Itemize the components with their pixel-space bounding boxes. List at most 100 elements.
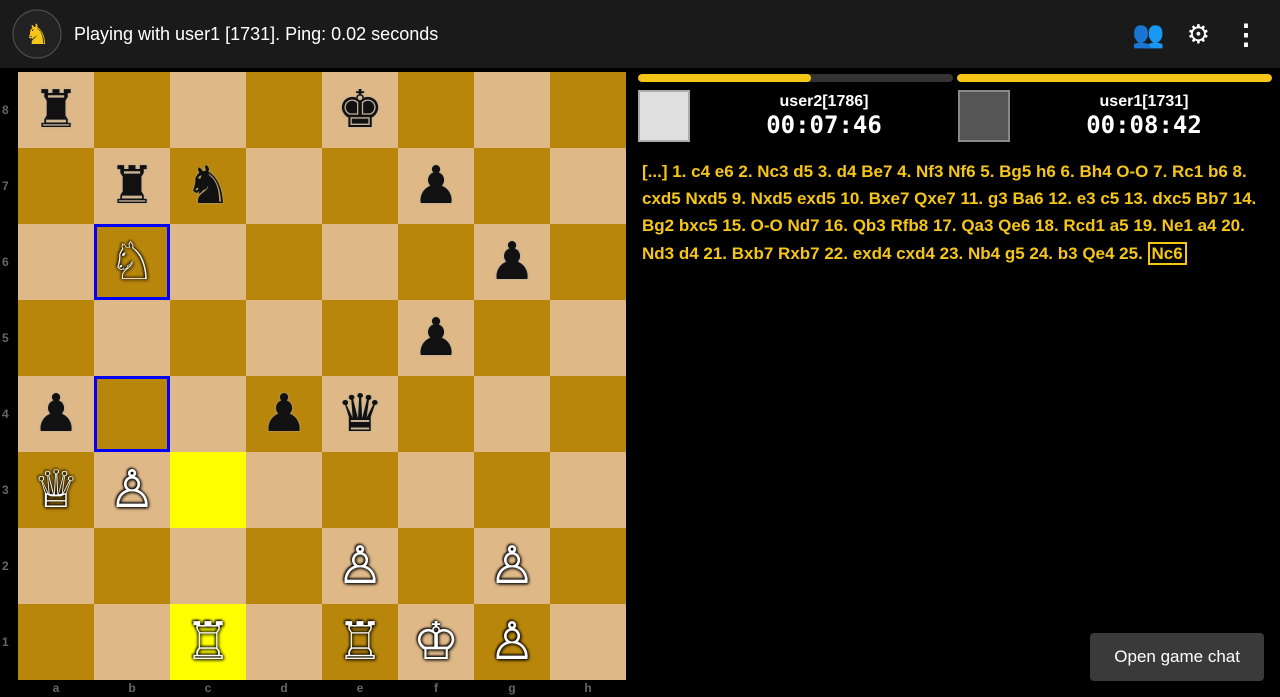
player2-timer: 00:07:46 bbox=[696, 111, 952, 139]
file-labels: a b c d e f g h bbox=[18, 681, 626, 695]
board-cell-c8[interactable] bbox=[170, 72, 246, 148]
board-cell-f1[interactable]: ♔ bbox=[398, 604, 474, 680]
board-cell-c4[interactable] bbox=[170, 376, 246, 452]
board-cell-f8[interactable] bbox=[398, 72, 474, 148]
piece-g1: ♙ bbox=[489, 616, 536, 668]
board-cell-c6[interactable] bbox=[170, 224, 246, 300]
player2-avatar bbox=[638, 90, 690, 142]
board-cell-h4[interactable] bbox=[550, 376, 626, 452]
piece-b3: ♙ bbox=[109, 464, 156, 516]
board-cell-b5[interactable] bbox=[94, 300, 170, 376]
board-cell-a8[interactable]: ♜ bbox=[18, 72, 94, 148]
header-actions: 👥 ⚙ ⋮ bbox=[1132, 18, 1260, 51]
board-cell-a7[interactable] bbox=[18, 148, 94, 224]
board-cell-d3[interactable] bbox=[246, 452, 322, 528]
settings-icon[interactable]: ⚙ bbox=[1187, 19, 1210, 50]
player1-avatar bbox=[958, 90, 1010, 142]
progress-bars bbox=[630, 68, 1280, 84]
board-cell-b7[interactable]: ♜ bbox=[94, 148, 170, 224]
player2-progress-fill bbox=[638, 74, 811, 82]
board-cell-d2[interactable] bbox=[246, 528, 322, 604]
board-cell-a6[interactable] bbox=[18, 224, 94, 300]
board-cell-b3[interactable]: ♙ bbox=[94, 452, 170, 528]
board-cell-c7[interactable]: ♞ bbox=[170, 148, 246, 224]
board-cell-f7[interactable]: ♟ bbox=[398, 148, 474, 224]
board-cell-b6[interactable]: ♘ bbox=[94, 224, 170, 300]
file-label-f: f bbox=[398, 681, 474, 695]
board-cell-a3[interactable]: ♕ bbox=[18, 452, 94, 528]
board-cell-f4[interactable] bbox=[398, 376, 474, 452]
board-cell-a1[interactable] bbox=[18, 604, 94, 680]
board-cell-f2[interactable] bbox=[398, 528, 474, 604]
file-label-b: b bbox=[94, 681, 170, 695]
board-cell-h8[interactable] bbox=[550, 72, 626, 148]
more-options-icon[interactable]: ⋮ bbox=[1232, 18, 1260, 51]
board-cell-g2[interactable]: ♙ bbox=[474, 528, 550, 604]
board-cell-h6[interactable] bbox=[550, 224, 626, 300]
board-cell-c5[interactable] bbox=[170, 300, 246, 376]
piece-f1: ♔ bbox=[413, 616, 460, 668]
board-cell-h7[interactable] bbox=[550, 148, 626, 224]
board-cell-h5[interactable] bbox=[550, 300, 626, 376]
board-cell-c1[interactable]: ♖ bbox=[170, 604, 246, 680]
board-cell-e6[interactable] bbox=[322, 224, 398, 300]
app-logo: ♞ bbox=[12, 9, 62, 59]
piece-e1: ♖ bbox=[337, 616, 384, 668]
player1-info: user1[1731] 00:08:42 bbox=[1016, 93, 1272, 139]
rank-label-3: 3 bbox=[2, 452, 9, 528]
file-label-e: e bbox=[322, 681, 398, 695]
move-history: [...] 1. c4 e6 2. Nc3 d5 3. d4 Be7 4. Nf… bbox=[630, 148, 1280, 617]
player1-progress-bar bbox=[957, 74, 1272, 82]
board-cell-a5[interactable] bbox=[18, 300, 94, 376]
board-cell-f5[interactable]: ♟ bbox=[398, 300, 474, 376]
board-cell-e4[interactable]: ♛ bbox=[322, 376, 398, 452]
users-icon[interactable]: 👥 bbox=[1132, 19, 1164, 50]
board-cell-g4[interactable] bbox=[474, 376, 550, 452]
board-cell-g5[interactable] bbox=[474, 300, 550, 376]
board-cell-c2[interactable] bbox=[170, 528, 246, 604]
player2-progress-bar bbox=[638, 74, 953, 82]
board-cell-g1[interactable]: ♙ bbox=[474, 604, 550, 680]
chess-board-wrapper: 8 7 6 5 4 3 2 1 ♜♚♜♞♟♘♟♟♟♟♛♕♙♙♙♖♖♔♙ a b … bbox=[0, 68, 630, 697]
file-label-d: d bbox=[246, 681, 322, 695]
right-panel: user2[1786] 00:07:46 user1[1731] 00:08:4… bbox=[630, 68, 1280, 697]
board-cell-d6[interactable] bbox=[246, 224, 322, 300]
board-cell-d1[interactable] bbox=[246, 604, 322, 680]
board-cell-h3[interactable] bbox=[550, 452, 626, 528]
board-cell-b1[interactable] bbox=[94, 604, 170, 680]
last-move: Nc6 bbox=[1148, 242, 1187, 265]
board-cell-g6[interactable]: ♟ bbox=[474, 224, 550, 300]
board-cell-a2[interactable] bbox=[18, 528, 94, 604]
board-cell-e1[interactable]: ♖ bbox=[322, 604, 398, 680]
rank-label-2: 2 bbox=[2, 528, 9, 604]
board-cell-d4[interactable]: ♟ bbox=[246, 376, 322, 452]
board-cell-f6[interactable] bbox=[398, 224, 474, 300]
chat-button-container: Open game chat bbox=[630, 617, 1280, 697]
board-cell-e8[interactable]: ♚ bbox=[322, 72, 398, 148]
board-cell-f3[interactable] bbox=[398, 452, 474, 528]
piece-b6: ♘ bbox=[109, 236, 156, 288]
board-cell-e7[interactable] bbox=[322, 148, 398, 224]
board-cell-d5[interactable] bbox=[246, 300, 322, 376]
chess-board[interactable]: ♜♚♜♞♟♘♟♟♟♟♛♕♙♙♙♖♖♔♙ bbox=[18, 72, 626, 680]
board-cell-e5[interactable] bbox=[322, 300, 398, 376]
board-cell-d7[interactable] bbox=[246, 148, 322, 224]
board-cell-h1[interactable] bbox=[550, 604, 626, 680]
board-cell-b8[interactable] bbox=[94, 72, 170, 148]
board-cell-a4[interactable]: ♟ bbox=[18, 376, 94, 452]
board-cell-b4[interactable] bbox=[94, 376, 170, 452]
rank-label-8: 8 bbox=[2, 72, 9, 148]
player1-timer: 00:08:42 bbox=[1016, 111, 1272, 139]
board-cell-b2[interactable] bbox=[94, 528, 170, 604]
board-cell-c3[interactable] bbox=[170, 452, 246, 528]
board-cell-g7[interactable] bbox=[474, 148, 550, 224]
piece-a4: ♟ bbox=[33, 388, 80, 440]
board-cell-e2[interactable]: ♙ bbox=[322, 528, 398, 604]
board-cell-g8[interactable] bbox=[474, 72, 550, 148]
board-cell-g3[interactable] bbox=[474, 452, 550, 528]
file-label-h: h bbox=[550, 681, 626, 695]
board-cell-e3[interactable] bbox=[322, 452, 398, 528]
board-cell-h2[interactable] bbox=[550, 528, 626, 604]
board-cell-d8[interactable] bbox=[246, 72, 322, 148]
open-game-chat-button[interactable]: Open game chat bbox=[1090, 633, 1264, 681]
